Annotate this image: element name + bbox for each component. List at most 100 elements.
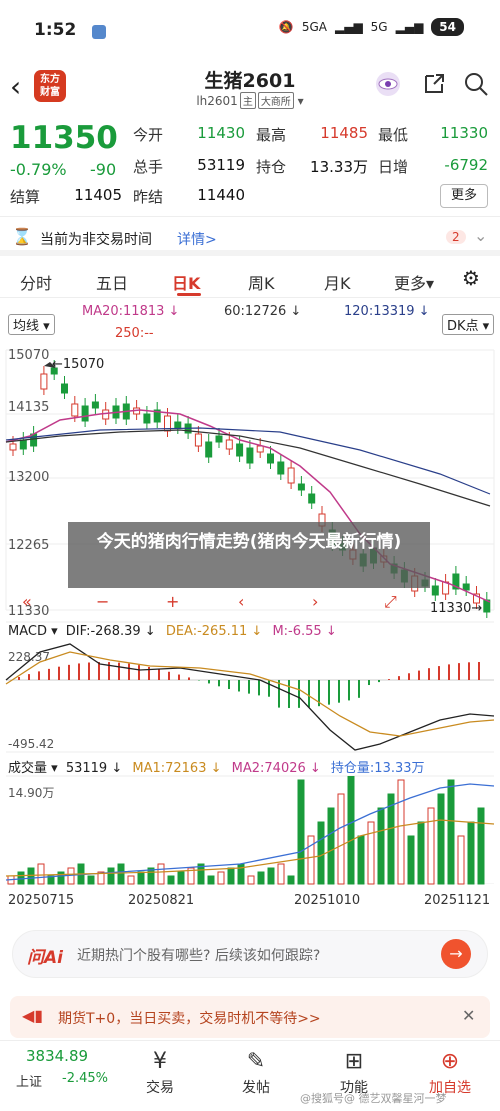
ma-type-select[interactable]: 均线 ▾ [8,314,55,335]
macd-histogram [18,662,480,708]
candle-body [194,433,202,447]
macd-bar [218,680,220,687]
volume-bar [427,807,435,885]
volume-bar [87,875,95,885]
fullscreen-icon[interactable]: ⤢ [384,592,397,612]
signal-icon: ▂▄▆ [334,20,363,34]
code-text: lh2601 [196,94,238,108]
macd-chart [5,643,495,751]
date-1: 20250715 [8,893,75,908]
macd-legend: MACD ▾ DIF:-268.39 ↓ DEA:-265.11 ↓ M:-6.… [8,624,337,639]
zoom-in-icon[interactable]: + [166,592,179,611]
macd-bar [88,662,90,680]
dk-point-toggle[interactable]: DK点 ▾ [442,314,495,335]
zoom-out-icon[interactable]: − [96,592,109,611]
volume-label: 成交量 [8,761,48,776]
share-icon[interactable] [420,70,448,98]
volume-bar [27,867,35,885]
low-label: 最低 [378,126,409,144]
candle-body [236,443,244,457]
assistant-eye-icon[interactable] [374,70,402,98]
search-icon[interactable] [462,70,490,98]
more-button[interactable]: 更多 [440,184,488,208]
settings-icon[interactable]: ⚙ [462,266,480,290]
volume-ma2: MA2:74026 ↓ [231,761,321,776]
tab-weekly-k[interactable]: 周K [248,270,275,294]
macd-bar [408,673,410,680]
candle-body [246,447,254,464]
volume-bar [127,875,135,885]
volume-bar [407,835,415,885]
tab-five-day[interactable]: 五日 [96,270,128,294]
tab-daily-k[interactable]: 日K [172,270,200,294]
macd-bar [268,680,270,697]
scroll-left-fast-icon[interactable]: « [22,592,32,611]
volume-bar [447,779,455,885]
scroll-left-icon[interactable]: ‹ [238,592,244,611]
candle-body [40,373,48,390]
volume-bar [247,875,255,885]
candle-body [277,461,285,475]
trade-button[interactable]: ¥ 交易 [120,1049,200,1097]
macd-bar [168,671,170,680]
ma250-label: 250:-- [115,326,154,341]
ma60-label: 60:12726 ↓ [224,304,302,319]
trade-label: 交易 [146,1080,174,1096]
volume-bar [157,863,165,885]
arrow-right-icon[interactable]: → [441,939,471,969]
ma120-label: 120:13319 ↓ [344,304,430,319]
tab-more[interactable]: 更多▾ [394,270,434,294]
dea-value: DEA:-265.11 ↓ [165,624,263,639]
macd-bar [178,674,180,680]
edit-icon: ✎ [246,1049,266,1074]
volume-bar [207,875,215,885]
candle-body [61,383,68,394]
volume-bar [337,793,345,885]
macd-bar [228,680,230,690]
macd-bar [388,679,390,680]
trading-notice[interactable]: ⌛ 当前为非交易时间 详情> 2 ⌄ [0,216,500,256]
volume-bar [177,871,185,885]
macd-bar [18,677,20,680]
chevron-down-icon[interactable]: ⌄ [474,226,487,245]
volume-bar [437,793,445,885]
settle-value: 11405 [74,186,122,204]
tab-monthly-k[interactable]: 月K [324,270,351,294]
scroll-right-icon[interactable]: › [312,592,318,611]
volume-legend: 成交量 ▾ 53119 ↓ MA1:72163 ↓ MA2:74026 ↓ 持仓… [8,757,425,776]
tab-timeshare[interactable]: 分时 [20,270,52,294]
status-indicators: 🔕 5GA ▂▄▆ 5G ▂▄▆ 54 [279,18,464,36]
promo-banner[interactable]: ◀▮ 期货T+0，当日买卖，交易时机不等待>> ✕ [10,996,490,1038]
macd-select[interactable]: MACD ▾ [8,624,58,639]
volume-bar [387,793,395,885]
macd-bar [78,663,80,680]
chart-tabs: 分时 五日 日K 周K 月K 更多▾ ⚙ [0,262,500,298]
promo-text: 期货T+0，当日买卖，交易时机不等待>> [58,1011,321,1027]
notification-icon [92,25,106,39]
network-5g: 5G [370,20,388,34]
notice-details-link[interactable]: 详情> [177,229,217,249]
post-button[interactable]: ✎ 发帖 [216,1049,296,1097]
volume-bar [377,807,385,885]
macd-bar [468,662,470,680]
volume-bar [457,835,465,885]
macd-bar [398,676,400,680]
ai-assistant-bar[interactable]: 问Ai 近期热门个股有哪些? 后续该如何跟踪? → [12,930,488,978]
macd-bar [418,670,420,680]
macd-bar [338,680,340,703]
add-circle-icon: ⊕ [440,1049,460,1074]
index-value[interactable]: 3834.89 [26,1047,88,1065]
macd-bar [138,665,140,680]
close-icon[interactable]: ✕ [462,1006,475,1025]
volume-bar [257,871,265,885]
hourglass-icon: ⌛ [12,227,32,246]
macd-bar [28,674,30,680]
macd-bar [188,677,190,680]
oi-change-label: 日增 [378,158,409,176]
volume-label: 总手 [133,158,164,176]
candle-body [19,439,27,450]
volume-select[interactable]: 成交量 ▾ [8,761,58,776]
macd-bar [38,671,40,680]
macd-bar [158,669,160,680]
macd-bar [258,680,260,696]
